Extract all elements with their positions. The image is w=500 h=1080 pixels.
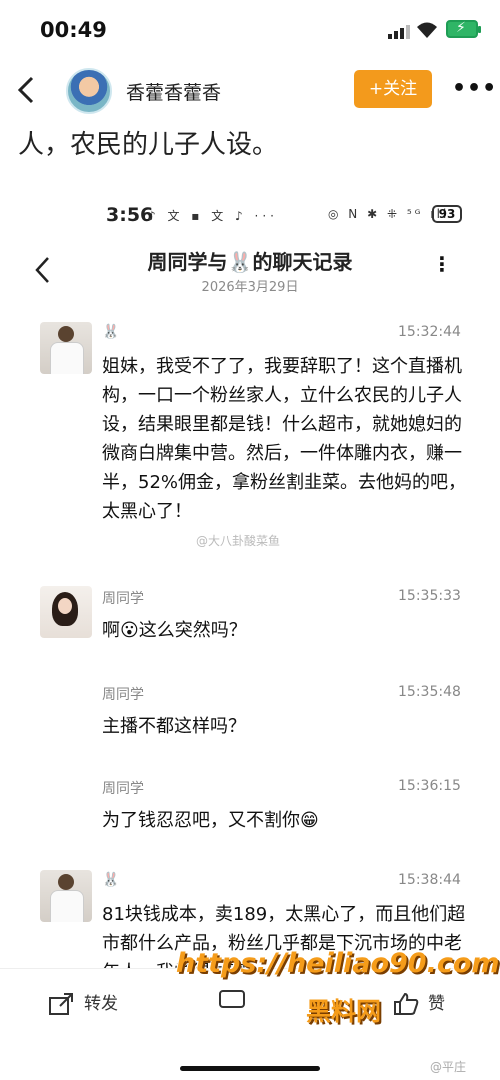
forward-button[interactable]: 转发 <box>48 989 118 1016</box>
message-text: 姐妹，我受不了了，我要辞职了！这个直播机构，一口一个粉丝家人，立什么农民的儿子人… <box>102 356 467 522</box>
avatar <box>40 322 92 374</box>
profile-header: 香藿香藿香 +关注 ••• <box>0 62 500 120</box>
chat-date: 2026年3月29日 <box>201 280 299 295</box>
comment-icon <box>219 990 245 1008</box>
chat-screenshot: 3:56 ♪ 文 ▪ 文 ♪ ··· ◎ N ✱ ⁜ ⁵ᴳ ıll 93 周同学… <box>0 190 500 980</box>
back-arrow-icon[interactable] <box>12 72 42 108</box>
app-notification-icons: ♪ 文 ▪ 文 ♪ ··· <box>148 209 278 223</box>
like-button[interactable]: 赞 <box>392 989 445 1016</box>
status-time: 00:49 <box>40 18 107 42</box>
more-options-icon[interactable]: ••• <box>452 76 497 101</box>
comment-button[interactable] <box>218 989 254 1013</box>
avatar <box>40 870 92 922</box>
forward-label: 转发 <box>84 994 118 1014</box>
username[interactable]: 香藿香藿香 <box>126 78 221 105</box>
message-sender: 🐰 <box>102 872 120 888</box>
wifi-icon <box>417 22 437 38</box>
message-sender: 🐰 <box>102 324 120 340</box>
battery-icon: ⚡ <box>446 20 481 38</box>
like-label: 赞 <box>428 994 445 1014</box>
watermark-site-name: 黑料网 <box>306 997 382 1026</box>
message-time: 15:32:44 <box>398 324 461 340</box>
signal-icon <box>388 25 410 39</box>
message-sender: 周同学 <box>102 781 144 797</box>
message-sender: 周同学 <box>102 591 144 607</box>
message-text: 啊😮这么突然吗？ <box>102 620 247 641</box>
message-time: 15:35:33 <box>398 588 461 604</box>
message-text: 主播不都这样吗？ <box>102 716 246 737</box>
avatar[interactable] <box>66 68 112 114</box>
inner-battery-icon: 93 <box>432 205 462 223</box>
status-bar: 00:49 ⚡ <box>0 0 500 60</box>
avatar <box>40 586 92 638</box>
message-time: 15:38:44 <box>398 872 461 888</box>
home-indicator <box>180 1066 320 1071</box>
watermark-url: https://heiliao90.com <box>176 948 500 979</box>
chat-title: 周同学与🐰的聊天记录 <box>147 250 353 274</box>
inner-status-time: 3:56 <box>106 204 154 226</box>
watermark: @平庄 <box>430 1060 467 1074</box>
post-text: 人，农民的儿子人设。 <box>18 130 279 160</box>
watermark: @大八卦酸菜鱼 <box>196 534 281 548</box>
chat-more-icon[interactable]: ⋮ <box>432 252 452 276</box>
follow-button[interactable]: +关注 <box>354 70 432 108</box>
share-icon <box>49 993 73 1015</box>
thumbs-up-icon <box>394 992 419 1015</box>
message-sender: 周同学 <box>102 687 144 703</box>
message-time: 15:35:48 <box>398 684 461 700</box>
chat-header: 周同学与🐰的聊天记录 2026年3月29日 ⋮ <box>0 240 500 300</box>
message-text: 为了钱忍忍吧，又不割你😁 <box>102 810 319 831</box>
message-time: 15:36:15 <box>398 778 461 794</box>
inner-status-bar: 3:56 ♪ 文 ▪ 文 ♪ ··· ◎ N ✱ ⁜ ⁵ᴳ ıll 93 <box>0 204 500 230</box>
